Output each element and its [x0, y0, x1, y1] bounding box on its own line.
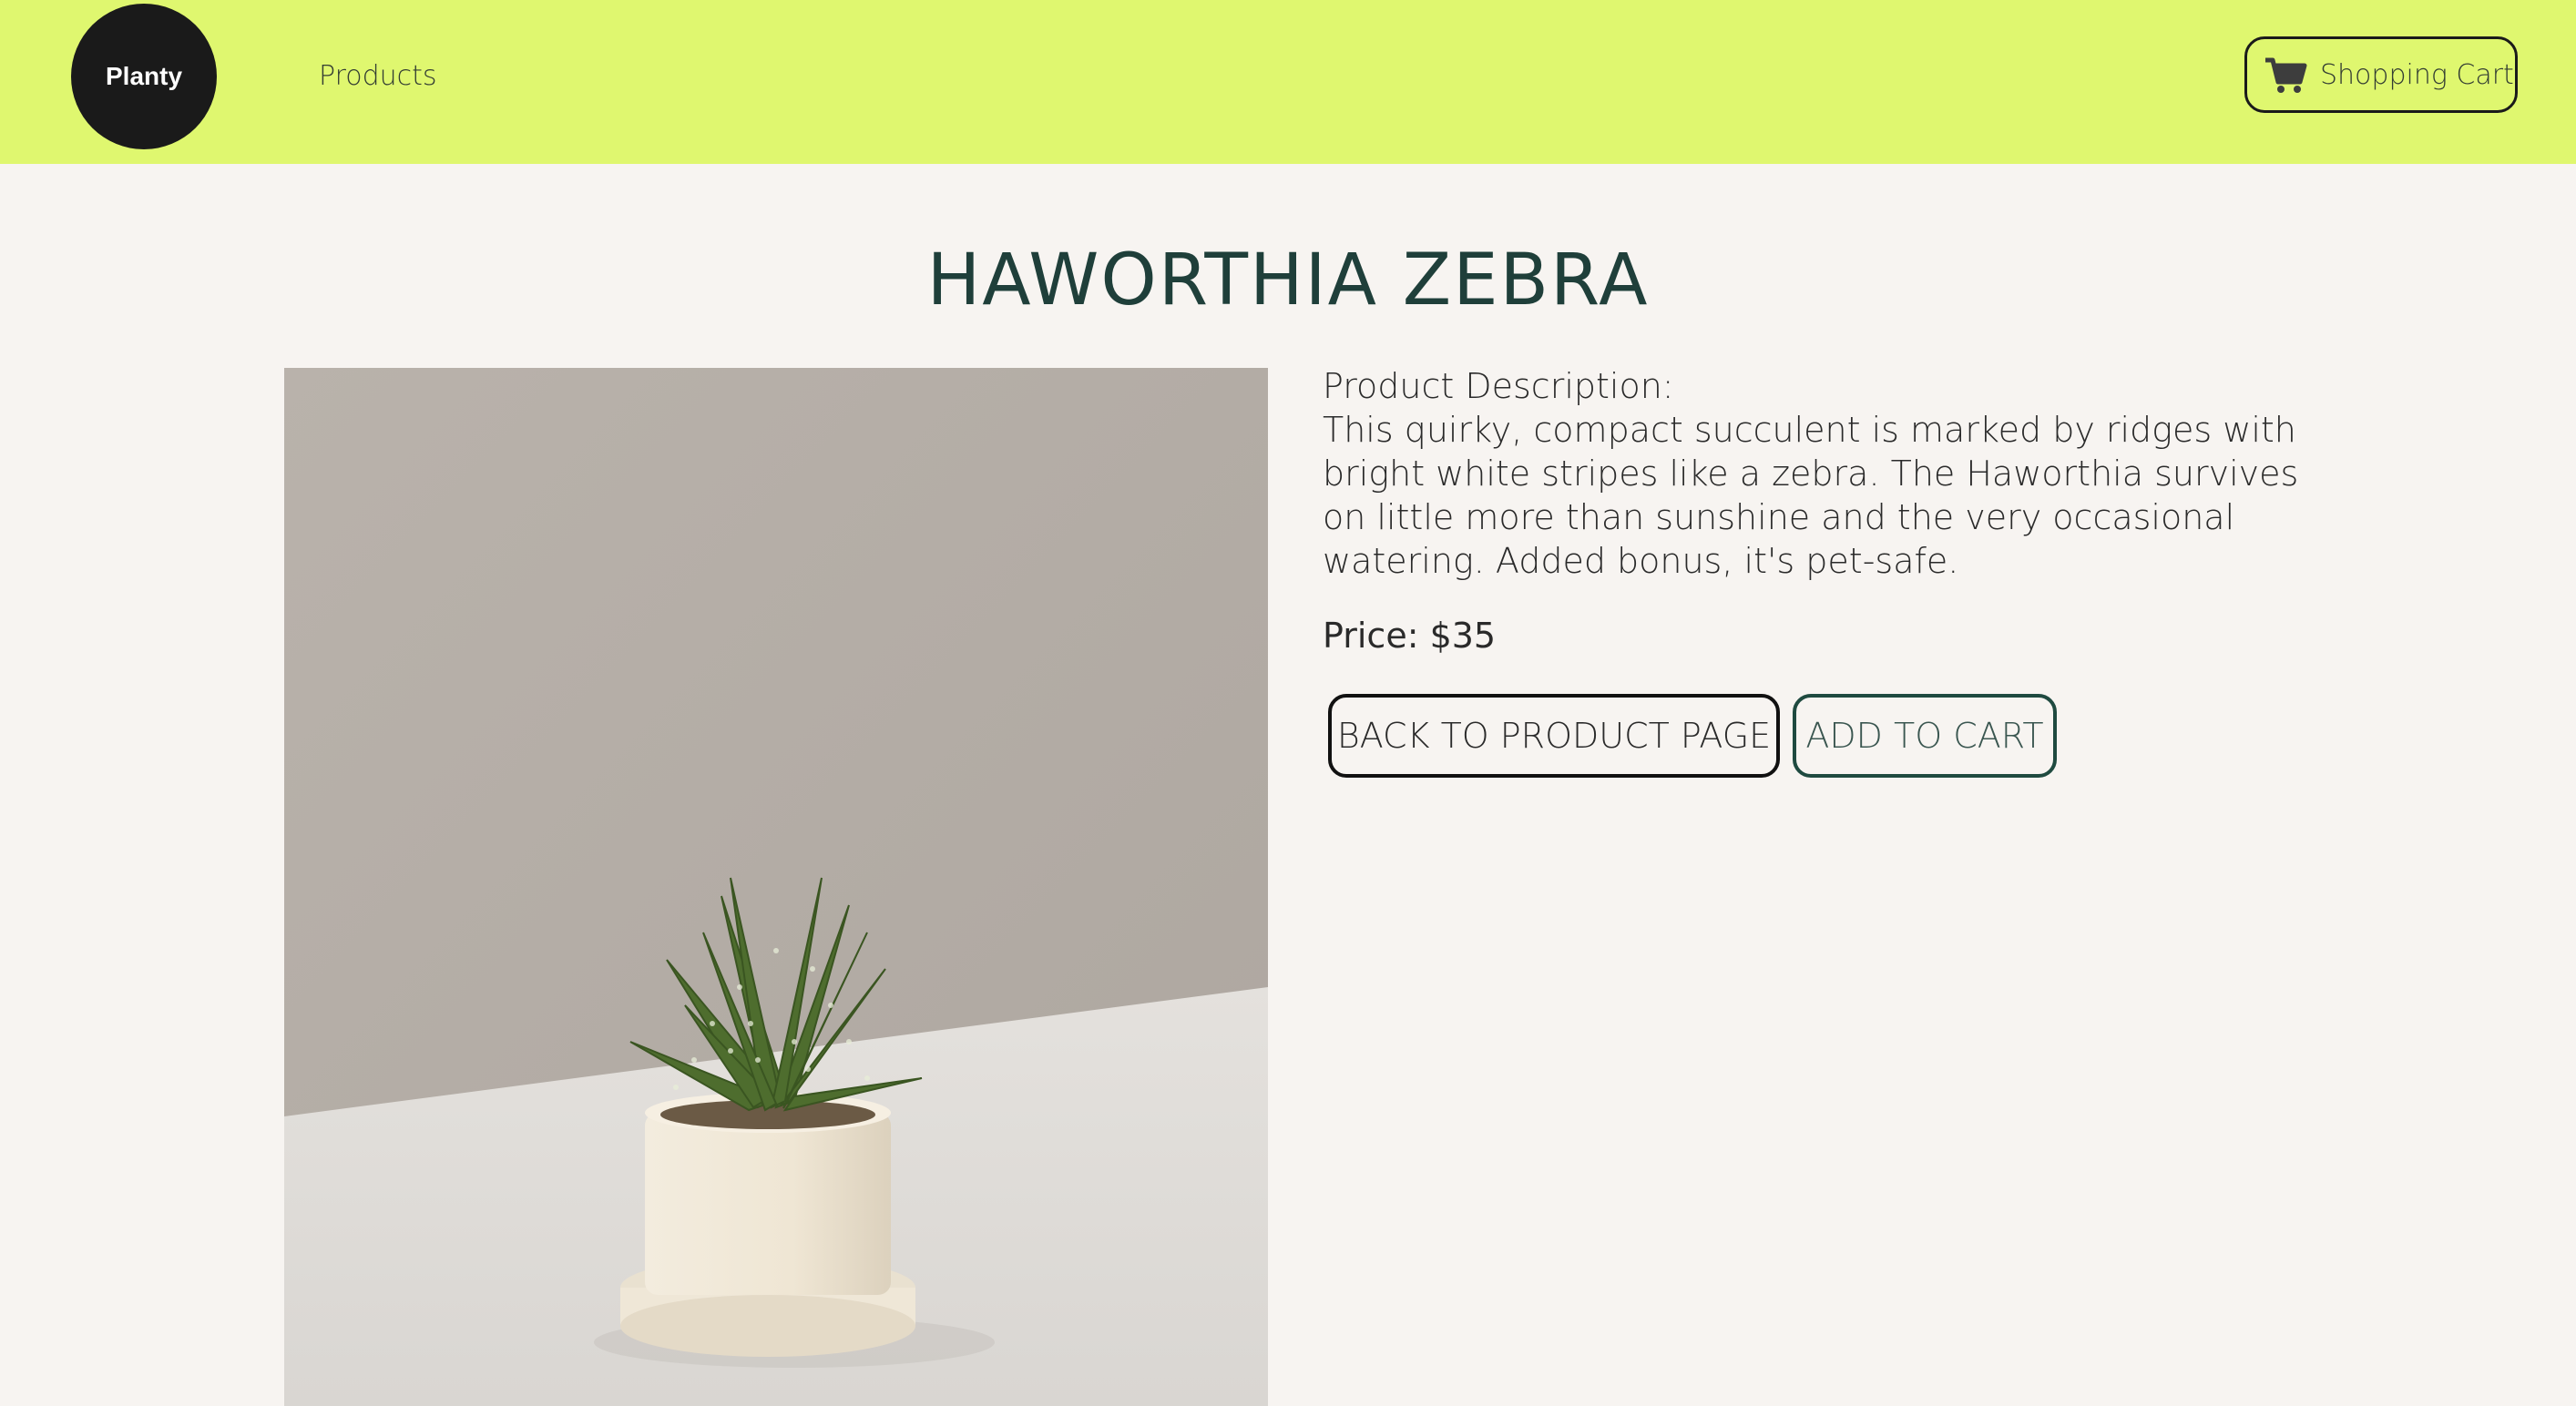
- shopping-cart-icon: [2264, 55, 2307, 95]
- description-label: Product Description:: [1323, 366, 1674, 406]
- product-description: Product Description: This quirky, compac…: [1323, 364, 2325, 583]
- top-nav-bar: Planty Products Shopping Cart: [0, 0, 2576, 164]
- shopping-cart-button[interactable]: Shopping Cart: [2244, 36, 2518, 113]
- nav-link-products[interactable]: Products: [319, 56, 437, 97]
- description-text: This quirky, compact succulent is marked…: [1323, 410, 2299, 581]
- product-price: Price: $35: [1323, 616, 1497, 656]
- planty-logo[interactable]: Planty: [71, 4, 217, 149]
- back-to-product-page-button[interactable]: BACK TO PRODUCT PAGE: [1328, 694, 1780, 778]
- shopping-cart-label: Shopping Cart: [2320, 58, 2514, 91]
- product-image: [284, 368, 1268, 1406]
- product-title: HAWORTHIA ZEBRA: [926, 239, 1650, 321]
- add-to-cart-button[interactable]: ADD TO CART: [1793, 694, 2057, 778]
